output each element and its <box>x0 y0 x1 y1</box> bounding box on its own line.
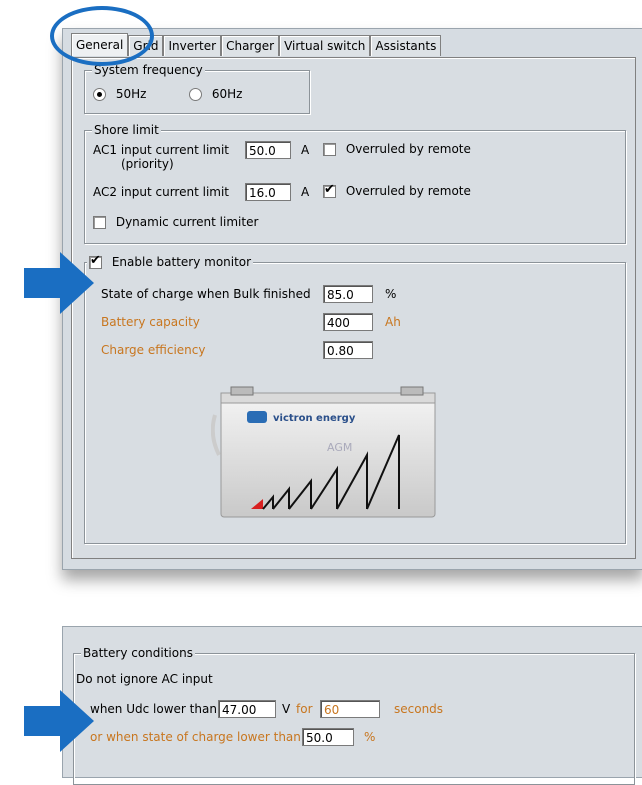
enable-battery-monitor-label: Enable battery monitor <box>111 255 252 269</box>
arrow-right-icon <box>24 690 94 752</box>
shore-limit-group: Shore limit AC1 input current limit (pri… <box>84 123 626 244</box>
ac2-overruled-checkbox[interactable]: ✔ <box>323 182 336 198</box>
ac1-overruled-label: Overruled by remote <box>345 142 471 156</box>
ac2-input[interactable]: 16.0 <box>245 183 291 201</box>
radio-50hz-indicator[interactable] <box>93 88 106 101</box>
udc-input[interactable]: 47.00 <box>218 700 276 718</box>
enable-battery-monitor[interactable]: ✔ Enable battery monitor <box>87 253 254 269</box>
soc-bulk-input[interactable]: 85.0 <box>323 285 373 303</box>
udc-unit: V <box>282 702 291 716</box>
battery-capacity-label: Battery capacity <box>101 315 200 329</box>
battery-capacity-unit: Ah <box>385 315 401 329</box>
tab-inverter[interactable]: Inverter <box>163 35 222 56</box>
seconds-label: seconds <box>394 702 444 716</box>
ac2-label: AC2 input current limit <box>93 185 230 199</box>
ac1-input[interactable]: 50.0 <box>245 141 291 159</box>
radio-50hz-label: 50Hz <box>115 87 147 101</box>
radio-60hz[interactable]: 60Hz <box>189 87 242 101</box>
tab-virtual-switch[interactable]: Virtual switch <box>279 35 371 56</box>
seconds-input[interactable]: 60 <box>320 700 380 718</box>
soc-bulk-unit: % <box>385 287 397 301</box>
dynamic-limiter-label: Dynamic current limiter <box>115 215 259 229</box>
tab-assistants[interactable]: Assistants <box>370 35 442 56</box>
tab-charger[interactable]: Charger <box>221 35 280 56</box>
radio-60hz-label: 60Hz <box>211 87 243 101</box>
charge-efficiency-input[interactable]: 0.80 <box>323 341 373 359</box>
ac1-overruled[interactable]: Overruled by remote <box>323 142 471 156</box>
soc-lower-unit: % <box>364 730 376 744</box>
battery-type-text: AGM <box>327 441 352 454</box>
radio-60hz-indicator[interactable] <box>189 88 202 101</box>
battery-capacity-input[interactable]: 400 <box>323 313 373 331</box>
general-tab-page: System frequency 50Hz 60Hz Shore limit A… <box>71 57 636 559</box>
ac2-overruled[interactable]: ✔ Overruled by remote <box>323 182 471 198</box>
soc-lower-label: or when state of charge lower than: <box>90 730 305 744</box>
dynamic-limiter[interactable]: Dynamic current limiter <box>93 215 258 229</box>
ac2-overruled-label: Overruled by remote <box>345 184 471 198</box>
radio-50hz[interactable]: 50Hz <box>93 87 146 101</box>
udc-label: when Udc lower than: <box>90 702 221 716</box>
shore-limit-legend: Shore limit <box>92 123 161 137</box>
settings-panel: General Grid Inverter Charger Virtual sw… <box>62 28 642 570</box>
ac2-unit: A <box>301 185 310 199</box>
soc-bulk-label: State of charge when Bulk finished <box>101 287 311 301</box>
arrow-right-icon <box>24 252 94 314</box>
battery-brand-text: victron energy <box>273 413 356 424</box>
for-label: for <box>296 702 313 716</box>
ac1-overruled-checkbox[interactable] <box>323 143 336 156</box>
charge-efficiency-label: Charge efficiency <box>101 343 206 357</box>
battery-conditions-legend: Battery conditions <box>81 646 195 660</box>
system-frequency-group: System frequency 50Hz 60Hz <box>84 63 310 114</box>
soc-lower-input[interactable]: 50.0 <box>302 728 354 746</box>
general-tab-highlight <box>50 6 154 66</box>
ignore-ac-text: Do not ignore AC input <box>76 672 213 686</box>
ac1-label: AC1 input current limit <box>93 143 230 157</box>
ac1-priority-label: (priority) <box>121 157 174 171</box>
ac1-unit: A <box>301 143 310 157</box>
battery-monitor-group: ✔ Enable battery monitor State of charge… <box>84 253 626 544</box>
battery-conditions-group: Battery conditions Do not ignore AC inpu… <box>73 646 635 785</box>
check-icon: ✔ <box>324 182 335 197</box>
battery-conditions-panel: Battery conditions Do not ignore AC inpu… <box>62 626 642 785</box>
dynamic-limiter-checkbox[interactable] <box>93 216 106 229</box>
agm-battery-image: victron energy AGM <box>211 386 436 518</box>
